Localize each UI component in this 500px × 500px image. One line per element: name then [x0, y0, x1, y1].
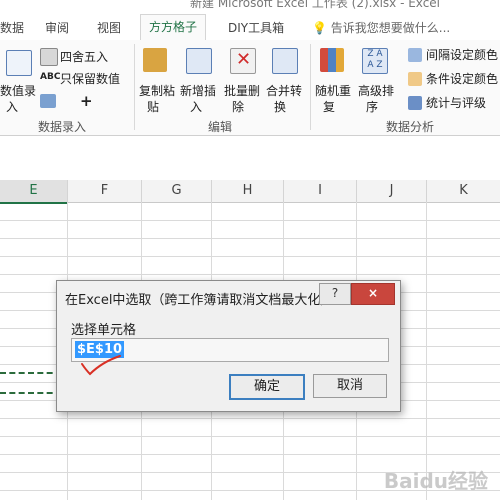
value-entry-button[interactable]: 数值录: [0, 82, 36, 99]
column-header-i[interactable]: I: [284, 180, 357, 203]
stats-rating-icon: [408, 96, 422, 110]
random-repeat-line2: 复: [323, 100, 336, 114]
interval-color-button[interactable]: 间隔设定颜色: [426, 46, 498, 63]
ribbon: 数值录 入 四舍五入 ABC 只保留数值 + 数据录入 复制粘 贴 新增插 入 …: [0, 40, 500, 136]
close-button[interactable]: ×: [351, 283, 395, 305]
round-button[interactable]: 四舍五入: [60, 48, 108, 65]
batch-delete-line2: 除: [232, 100, 245, 114]
clipboard-icon: [143, 48, 167, 72]
insert-line2: 入: [190, 100, 203, 114]
tab-view[interactable]: 视图: [97, 19, 121, 36]
group-data-analysis: 数据分析: [386, 120, 435, 134]
watermark: Baidu经验: [383, 469, 488, 493]
column-header-h[interactable]: H: [212, 180, 284, 203]
keep-values-button[interactable]: 只保留数值: [60, 70, 120, 87]
group-separator: [310, 44, 311, 130]
formula-area: [0, 136, 500, 181]
random-icon: [320, 48, 344, 72]
column-header-k[interactable]: K: [427, 180, 500, 203]
lightbulb-icon: 💡: [312, 21, 327, 35]
copy-paste-line2: 贴: [147, 100, 160, 114]
group-data-entry: 数据录入: [38, 120, 87, 134]
close-icon: ×: [367, 286, 379, 300]
merge-convert-line2: 换: [274, 100, 287, 114]
tell-me-text: 告诉我您想要做什么...: [330, 21, 451, 35]
cancel-button[interactable]: 取消: [313, 374, 387, 398]
column-header-e[interactable]: E: [0, 180, 68, 204]
interval-color-icon: [408, 48, 422, 62]
group-edit: 编辑: [208, 120, 233, 134]
advanced-sort-line2: 序: [366, 100, 379, 114]
plus-button[interactable]: +: [80, 92, 93, 110]
selected-cell-marquee: [0, 372, 62, 394]
window-title: 新建 Microsoft Excel 工作表 (2).xlsx - Excel: [190, 0, 441, 10]
select-cell-label: 选择单元格: [71, 323, 137, 338]
column-header-j[interactable]: J: [357, 180, 427, 203]
round-icon: [40, 48, 58, 66]
tab-review[interactable]: 审阅: [45, 19, 69, 36]
advanced-sort-button[interactable]: 高级排: [358, 82, 394, 99]
merge-convert-button[interactable]: 合并转: [266, 82, 302, 99]
insert-button[interactable]: 新增插: [180, 82, 216, 99]
batch-delete-button[interactable]: 批量删: [224, 82, 260, 99]
group-separator: [134, 44, 135, 130]
tab-data[interactable]: 数据: [0, 19, 24, 36]
delete-icon: ✕: [230, 48, 256, 74]
column-header-g[interactable]: G: [142, 180, 212, 203]
grid-icon: [40, 94, 56, 108]
insert-icon: [186, 48, 212, 74]
random-repeat-button[interactable]: 随机重: [315, 82, 351, 99]
dialog-title: 在Excel中选取（跨工作簿请取消文档最大化）: [65, 293, 334, 308]
select-cell-dialog: 在Excel中选取（跨工作簿请取消文档最大化） ? × 选择单元格 $E$10 …: [56, 280, 401, 412]
value-entry-button-line2: 入: [6, 100, 19, 114]
ok-button[interactable]: 确定: [229, 374, 305, 400]
tab-diy-toolbox[interactable]: DIY工具箱: [228, 19, 284, 36]
sort-az-icon: Z AA Z: [362, 48, 388, 74]
merge-icon: [272, 48, 298, 74]
condition-color-button[interactable]: 条件设定颜色: [426, 70, 498, 87]
stats-rating-button[interactable]: 统计与评级: [426, 94, 486, 111]
tell-me-search[interactable]: 💡 告诉我您想要做什么...: [312, 19, 450, 36]
title-bar: 新建 Microsoft Excel 工作表 (2).xlsx - Excel: [0, 0, 500, 14]
entry-icon: [6, 50, 32, 76]
help-button[interactable]: ?: [319, 283, 351, 305]
copy-paste-button[interactable]: 复制粘: [139, 82, 175, 99]
tab-fangfang[interactable]: 方方格子: [140, 14, 207, 42]
checkmark-annotation-icon: [81, 355, 121, 376]
ribbon-tabs: 数据 审阅 视图 方方格子 DIY工具箱 💡 告诉我您想要做什么...: [0, 14, 500, 42]
abc-icon: ABC: [40, 72, 61, 82]
condition-color-icon: [408, 72, 422, 86]
column-header-f[interactable]: F: [68, 180, 142, 203]
